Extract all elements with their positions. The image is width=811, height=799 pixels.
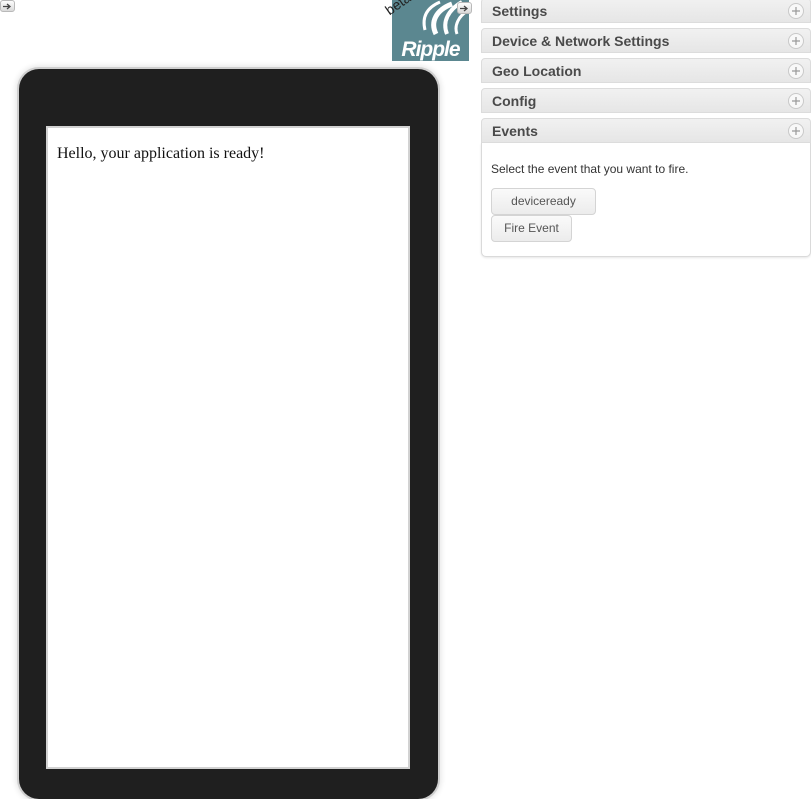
logo-text: Ripple	[401, 38, 460, 61]
expand-icon[interactable]	[788, 33, 804, 49]
panel-title: Events	[492, 123, 538, 139]
panel-settings[interactable]: Settings	[481, 0, 811, 23]
left-panel-toggle-button[interactable]	[0, 0, 15, 12]
app-message: Hello, your application is ready!	[57, 145, 265, 162]
right-panel-toggle-button[interactable]	[457, 2, 472, 14]
device-screen[interactable]: Hello, your application is ready!	[46, 126, 410, 769]
panel-config[interactable]: Config	[481, 88, 811, 113]
arrow-right-icon	[3, 3, 12, 9]
events-panel-body: Select the event that you want to fire. …	[481, 143, 811, 257]
panel-device-network-settings[interactable]: Device & Network Settings	[481, 28, 811, 53]
panel-title: Settings	[492, 3, 548, 19]
fire-event-button[interactable]: Fire Event	[491, 215, 572, 242]
panel-geo-location[interactable]: Geo Location	[481, 58, 811, 83]
events-description: Select the event that you want to fire.	[491, 162, 689, 176]
expand-icon[interactable]	[788, 63, 804, 79]
event-select[interactable]: deviceready	[491, 188, 596, 215]
panel-title: Geo Location	[492, 63, 582, 79]
panel-title: Config	[492, 93, 537, 109]
expand-icon[interactable]	[788, 93, 804, 109]
panel-title: Device & Network Settings	[492, 33, 670, 49]
panel-events[interactable]: Events	[481, 118, 811, 143]
expand-icon[interactable]	[788, 3, 804, 19]
arrow-right-icon	[460, 5, 469, 11]
expand-icon[interactable]	[788, 123, 804, 139]
